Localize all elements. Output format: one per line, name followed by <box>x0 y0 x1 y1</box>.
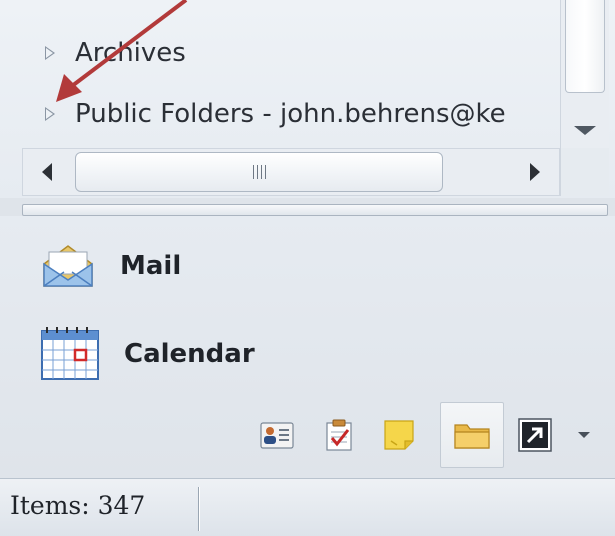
folder-list-icon <box>454 424 490 449</box>
notes-icon <box>384 420 414 450</box>
tasks-icon <box>326 419 352 451</box>
arrow-right-icon <box>530 163 540 181</box>
folder-label-archives: Archives <box>75 38 186 68</box>
nav-button-mail[interactable]: Mail <box>40 236 181 296</box>
grip-icon <box>252 165 266 179</box>
nav-label-mail: Mail <box>120 251 182 281</box>
status-bar: Items: 347 <box>0 478 615 536</box>
horizontal-scroll-thumb[interactable] <box>75 152 443 192</box>
shortcut-button-row <box>0 402 615 468</box>
pane-splitter[interactable] <box>22 204 608 216</box>
shortcuts-button[interactable] <box>516 416 554 454</box>
expand-triangle-icon[interactable] <box>45 107 55 121</box>
mail-envelope-icon <box>40 242 96 290</box>
tasks-button[interactable] <box>320 416 358 454</box>
contacts-icon <box>260 422 294 449</box>
horizontal-scrollbar[interactable] <box>22 148 560 196</box>
expand-triangle-icon[interactable] <box>45 46 55 60</box>
scrollbar-corner <box>560 148 609 196</box>
notes-button[interactable] <box>380 416 418 454</box>
arrow-left-icon <box>42 163 52 181</box>
folder-label-public-folders: Public Folders - john.behrens@ke <box>75 99 506 129</box>
folder-item-archives[interactable]: Archives <box>0 31 560 75</box>
status-divider <box>198 487 199 531</box>
scroll-right-button[interactable] <box>511 149 559 195</box>
scroll-left-button[interactable] <box>23 149 71 195</box>
configure-buttons-chevron-icon[interactable] <box>578 432 590 438</box>
nav-label-calendar: Calendar <box>124 339 255 369</box>
vertical-scrollbar[interactable] <box>560 0 609 148</box>
calendar-grid-icon <box>40 327 100 381</box>
folder-item-public-folders[interactable]: Public Folders - john.behrens@ke <box>0 92 560 136</box>
contacts-button[interactable] <box>258 416 296 454</box>
outlook-navigation-pane: Archives Public Folders - john.behrens@k… <box>0 0 615 536</box>
vertical-scroll-thumb[interactable] <box>565 0 605 93</box>
nav-button-calendar[interactable]: Calendar <box>40 324 255 384</box>
items-count: Items: 347 <box>10 491 146 520</box>
arrow-down-icon <box>574 125 596 135</box>
navigation-buttons-area: Mail Calendar <box>0 216 615 478</box>
folder-pane: Archives Public Folders - john.behrens@k… <box>0 0 615 198</box>
shortcuts-icon <box>518 418 552 452</box>
folder-list-button[interactable] <box>440 402 504 468</box>
scroll-down-button[interactable] <box>561 100 609 148</box>
